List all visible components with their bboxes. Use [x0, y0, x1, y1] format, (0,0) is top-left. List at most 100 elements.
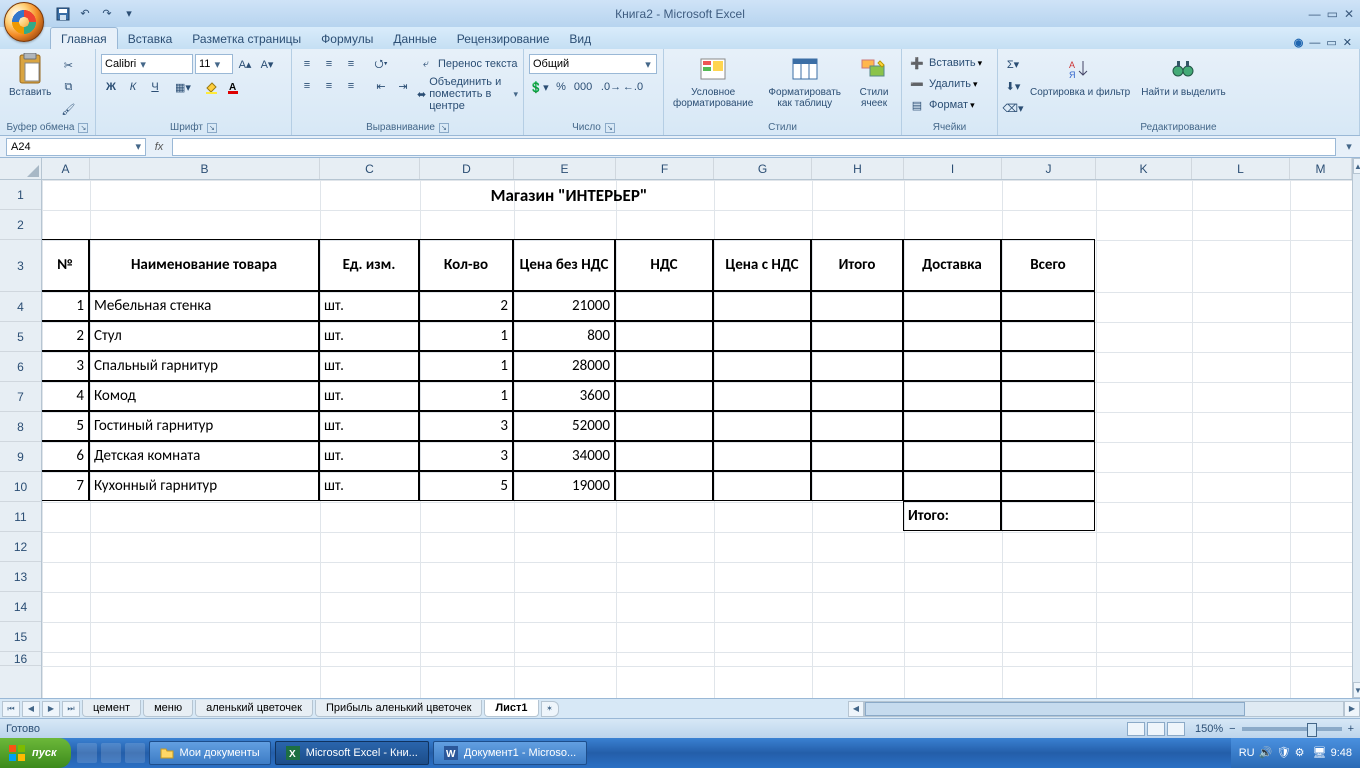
- cell[interactable]: шт.: [319, 291, 419, 321]
- align-right-icon[interactable]: ≡: [341, 76, 361, 96]
- cell[interactable]: [713, 411, 811, 441]
- insert-cells-button[interactable]: ➕Вставить▾: [907, 53, 982, 73]
- number-dialog-icon[interactable]: ↘: [605, 123, 615, 133]
- ql-icon-3[interactable]: [125, 743, 145, 763]
- comma-icon[interactable]: 000: [573, 77, 593, 97]
- scroll-right-icon[interactable]: ▶: [1344, 701, 1360, 717]
- tray-icon-1[interactable]: 🔊: [1259, 746, 1273, 760]
- zoom-slider[interactable]: [1242, 727, 1342, 731]
- cell[interactable]: [615, 471, 713, 501]
- row-header[interactable]: 12: [0, 532, 41, 562]
- row-header[interactable]: 15: [0, 622, 41, 652]
- row-header[interactable]: 14: [0, 592, 41, 622]
- sheet-nav-first-icon[interactable]: ⏮: [2, 701, 20, 717]
- tab-page-layout[interactable]: Разметка страницы: [182, 28, 311, 49]
- cell[interactable]: 6: [42, 441, 89, 471]
- cell[interactable]: [713, 381, 811, 411]
- row-header[interactable]: 3: [0, 240, 41, 292]
- delete-cells-button[interactable]: ➖Удалить▾: [907, 74, 978, 94]
- cell[interactable]: шт.: [319, 441, 419, 471]
- fx-icon[interactable]: fx: [146, 141, 172, 153]
- cell-styles-button[interactable]: Стили ячеек: [852, 51, 896, 111]
- cell[interactable]: Магазин "ИНТЕРЬЕР": [42, 180, 1096, 210]
- cell[interactable]: [713, 291, 811, 321]
- cell[interactable]: [1001, 381, 1095, 411]
- sheet-nav-next-icon[interactable]: ▶: [42, 701, 60, 717]
- borders-icon[interactable]: ▦▾: [173, 77, 193, 97]
- cell[interactable]: [615, 291, 713, 321]
- cell[interactable]: Кол-во: [419, 239, 513, 291]
- scroll-down-icon[interactable]: ▼: [1353, 682, 1360, 698]
- underline-button[interactable]: Ч: [145, 77, 165, 97]
- start-button[interactable]: пуск: [0, 738, 71, 768]
- cell[interactable]: [713, 351, 811, 381]
- tray-icon-4[interactable]: 🖥: [1313, 746, 1327, 760]
- find-select-button[interactable]: Найти и выделить: [1137, 51, 1229, 100]
- cell[interactable]: [903, 441, 1001, 471]
- cell[interactable]: 21000: [513, 291, 615, 321]
- cell[interactable]: шт.: [319, 411, 419, 441]
- cell[interactable]: [1001, 351, 1095, 381]
- sheet-nav-last-icon[interactable]: ⏭: [62, 701, 80, 717]
- cell[interactable]: [1001, 321, 1095, 351]
- column-header[interactable]: E: [514, 158, 616, 179]
- cell[interactable]: 52000: [513, 411, 615, 441]
- cell[interactable]: [615, 381, 713, 411]
- align-center-icon[interactable]: ≡: [319, 76, 339, 96]
- cell[interactable]: Гостиный гарнитур: [89, 411, 319, 441]
- doc-close-button[interactable]: ✕: [1343, 36, 1352, 49]
- cell[interactable]: 28000: [513, 351, 615, 381]
- cell[interactable]: Детская комната: [89, 441, 319, 471]
- tab-review[interactable]: Рецензирование: [447, 28, 560, 49]
- cell[interactable]: Наименование товара: [89, 239, 319, 291]
- cell[interactable]: Мебельная стенка: [89, 291, 319, 321]
- column-header[interactable]: K: [1096, 158, 1192, 179]
- format-cells-button[interactable]: ▤Формат▾: [907, 95, 975, 115]
- currency-icon[interactable]: 💲▾: [529, 77, 549, 97]
- sheet-tab[interactable]: меню: [143, 700, 193, 717]
- select-all-corner[interactable]: [0, 158, 42, 180]
- taskbar-word[interactable]: WДокумент1 - Microso...: [433, 741, 587, 765]
- italic-button[interactable]: К: [123, 77, 143, 97]
- font-dialog-icon[interactable]: ↘: [207, 123, 217, 133]
- cell[interactable]: 1: [419, 381, 513, 411]
- cell[interactable]: [811, 411, 903, 441]
- cell[interactable]: [615, 441, 713, 471]
- bold-button[interactable]: Ж: [101, 77, 121, 97]
- close-button[interactable]: ✕: [1344, 7, 1354, 21]
- cell[interactable]: [811, 321, 903, 351]
- cell[interactable]: [811, 291, 903, 321]
- view-page-break-icon[interactable]: [1167, 722, 1185, 736]
- tray-icon-3[interactable]: ⚙: [1295, 746, 1309, 760]
- font-size-combo[interactable]: 11▾: [195, 54, 233, 74]
- row-header[interactable]: 16: [0, 652, 41, 666]
- row-header[interactable]: 11: [0, 502, 41, 532]
- wrap-text-button[interactable]: ⤶Перенос текста: [416, 54, 518, 74]
- view-page-layout-icon[interactable]: [1147, 722, 1165, 736]
- taskbar-excel[interactable]: XMicrosoft Excel - Кни...: [275, 741, 429, 765]
- cell[interactable]: [615, 351, 713, 381]
- align-top-icon[interactable]: ≡: [297, 54, 317, 74]
- fill-icon[interactable]: ⬇▾: [1003, 76, 1023, 96]
- cell[interactable]: 1: [419, 351, 513, 381]
- cell[interactable]: Итого: [811, 239, 903, 291]
- cell[interactable]: 4: [42, 381, 89, 411]
- cell[interactable]: [811, 351, 903, 381]
- cell[interactable]: [903, 351, 1001, 381]
- tab-home[interactable]: Главная: [50, 27, 118, 49]
- font-name-combo[interactable]: Calibri▾: [101, 54, 193, 74]
- merge-center-button[interactable]: ⬌Объединить и поместить в центре▾: [416, 76, 518, 112]
- tab-data[interactable]: Данные: [383, 28, 446, 49]
- cell[interactable]: 3: [42, 351, 89, 381]
- cell[interactable]: [1001, 411, 1095, 441]
- format-as-table-button[interactable]: Форматировать как таблицу: [760, 51, 849, 111]
- column-header[interactable]: H: [812, 158, 904, 179]
- clock[interactable]: 9:48: [1331, 747, 1352, 759]
- cell[interactable]: шт.: [319, 471, 419, 501]
- cell[interactable]: 5: [42, 411, 89, 441]
- cell[interactable]: [1001, 291, 1095, 321]
- cell[interactable]: №: [42, 239, 89, 291]
- vertical-scrollbar[interactable]: ▲ ▼: [1352, 158, 1360, 698]
- cell[interactable]: 3: [419, 441, 513, 471]
- sheet-tab[interactable]: аленький цветочек: [195, 700, 313, 717]
